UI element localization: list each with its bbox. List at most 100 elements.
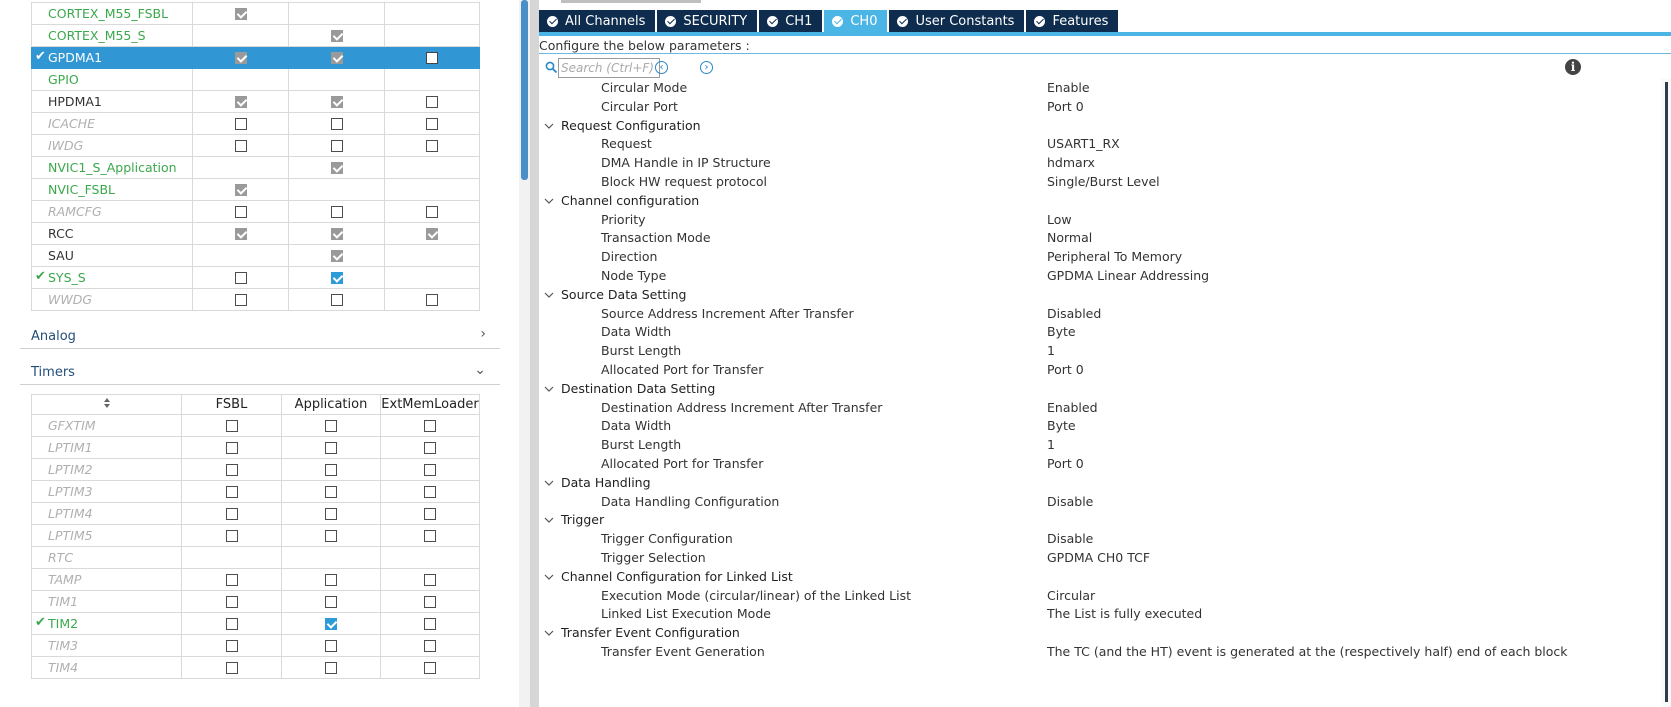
table-row[interactable]: NVIC1_S_Application (31, 156, 480, 179)
section-analog[interactable]: Analog › (20, 323, 500, 349)
left-scrollbar[interactable] (519, 0, 530, 707)
param-value[interactable]: Enable (1047, 78, 1090, 97)
checkbox[interactable] (330, 96, 343, 108)
param-value[interactable]: GPDMA CH0 TCF (1047, 548, 1150, 567)
checkbox[interactable] (234, 96, 247, 108)
left-scrollbar-thumb[interactable] (521, 0, 528, 180)
checkbox[interactable] (225, 640, 238, 652)
table-row[interactable]: ✔ GPDMA1 (31, 46, 480, 69)
table-row[interactable]: RCC (31, 222, 480, 245)
peripheral-name-iwdg[interactable]: IWDG (31, 134, 193, 157)
peripheral-name-tim3[interactable]: TIM3 (31, 634, 182, 657)
group-source-data-setting[interactable]: Source Data Setting (539, 285, 1661, 304)
search-input[interactable] (558, 58, 660, 78)
peripheral-name-sys-s[interactable]: ✔ SYS_S (31, 266, 193, 289)
param-value[interactable]: Normal (1047, 228, 1092, 247)
table-row[interactable]: LPTIM2 (31, 458, 480, 481)
pane-divider[interactable] (530, 0, 539, 707)
param-value[interactable]: Enabled (1047, 398, 1098, 417)
peripheral-name-tim2[interactable]: ✔ TIM2 (31, 612, 182, 635)
checkbox[interactable] (325, 618, 337, 630)
column-header-extmemloader[interactable]: ExtMemLoader (380, 394, 480, 415)
checkbox[interactable] (225, 596, 238, 608)
table-row[interactable]: WWDG (31, 288, 480, 311)
param-row[interactable]: Node Type GPDMA Linear Addressing (539, 266, 1661, 285)
checkbox[interactable] (225, 662, 238, 674)
peripheral-name-rtc[interactable]: RTC (31, 546, 182, 569)
checkbox[interactable] (424, 508, 436, 520)
table-row[interactable]: LPTIM3 (31, 480, 480, 503)
checkbox[interactable] (234, 118, 247, 130)
checkbox[interactable] (225, 530, 238, 542)
table-row[interactable]: TIM1 (31, 590, 480, 613)
param-row[interactable]: Circular Port Port 0 (539, 97, 1661, 116)
tab-security[interactable]: SECURITY (657, 10, 758, 32)
param-value[interactable]: Circular (1047, 586, 1095, 605)
table-row[interactable]: ✔ TIM2 (31, 612, 480, 635)
checkbox[interactable] (426, 96, 438, 108)
param-value[interactable]: Byte (1047, 416, 1076, 435)
param-value[interactable]: hdmarx (1047, 153, 1095, 172)
table-row[interactable]: NVIC_FSBL (31, 178, 480, 201)
checkbox[interactable] (325, 420, 337, 432)
checkbox[interactable] (225, 486, 238, 498)
checkbox[interactable] (234, 52, 247, 64)
param-row[interactable]: Allocated Port for Transfer Port 0 (539, 360, 1661, 379)
checkbox[interactable] (234, 272, 247, 284)
checkbox[interactable] (225, 420, 238, 432)
param-row[interactable]: Block HW request protocol Single/Burst Le… (539, 172, 1661, 191)
checkbox[interactable] (234, 206, 247, 218)
param-row[interactable]: Allocated Port for Transfer Port 0 (539, 454, 1661, 473)
right-scrollbar-thumb[interactable] (1665, 82, 1668, 702)
column-header-application[interactable]: Application (281, 394, 381, 415)
section-timers[interactable]: Timers ⌄ (20, 359, 500, 385)
param-row[interactable]: Direction Peripheral To Memory (539, 247, 1661, 266)
checkbox[interactable] (424, 574, 436, 586)
group-trigger[interactable]: Trigger (539, 510, 1661, 529)
checkbox[interactable] (225, 618, 238, 630)
group-transfer-event-configuration[interactable]: Transfer Event Configuration (539, 623, 1661, 642)
param-value[interactable]: USART1_RX (1047, 134, 1120, 153)
checkbox[interactable] (424, 486, 436, 498)
checkbox[interactable] (424, 596, 436, 608)
param-row[interactable]: Trigger Configuration Disable (539, 529, 1661, 548)
peripheral-name-wwdg[interactable]: WWDG (31, 288, 193, 311)
right-scrollbar[interactable] (1661, 78, 1671, 707)
peripheral-name-tim1[interactable]: TIM1 (31, 590, 182, 613)
checkbox[interactable] (426, 294, 438, 306)
checkbox[interactable] (424, 442, 436, 454)
table-row[interactable]: GPIO (31, 68, 480, 91)
table-row[interactable]: HPDMA1 (31, 90, 480, 113)
sort-icon[interactable] (31, 394, 182, 415)
checkbox[interactable] (325, 596, 337, 608)
checkbox[interactable] (330, 272, 343, 284)
peripheral-name-cortex-m55-fsbl[interactable]: CORTEX_M55_FSBL (31, 2, 193, 25)
param-value[interactable]: GPDMA Linear Addressing (1047, 266, 1209, 285)
checkbox[interactable] (234, 228, 247, 240)
peripheral-name-hpdma1[interactable]: HPDMA1 (31, 90, 193, 113)
checkbox[interactable] (225, 574, 238, 586)
param-value[interactable]: 1 (1047, 341, 1055, 360)
checkbox[interactable] (325, 486, 337, 498)
info-icon[interactable]: i (1565, 59, 1581, 75)
checkbox[interactable] (330, 118, 343, 130)
peripheral-name-lptim4[interactable]: LPTIM4 (31, 502, 182, 525)
peripheral-name-gpio[interactable]: GPIO (31, 68, 193, 91)
checkbox[interactable] (330, 30, 343, 42)
checkbox[interactable] (330, 140, 343, 152)
checkbox[interactable] (424, 662, 436, 674)
peripheral-name-nvic-fsbl[interactable]: NVIC_FSBL (31, 178, 193, 201)
checkbox[interactable] (330, 228, 343, 240)
checkbox[interactable] (234, 140, 247, 152)
param-row[interactable]: DMA Handle in IP Structure hdmarx (539, 153, 1661, 172)
param-row[interactable]: Trigger Selection GPDMA CH0 TCF (539, 548, 1661, 567)
param-value[interactable]: Byte (1047, 322, 1076, 341)
checkbox[interactable] (330, 294, 343, 306)
param-row[interactable]: Execution Mode (circular/linear) of the … (539, 586, 1661, 605)
table-row[interactable]: ✔ SYS_S (31, 266, 480, 289)
param-row[interactable]: Destination Address Increment After Tran… (539, 398, 1661, 417)
param-row[interactable]: Burst Length 1 (539, 435, 1661, 454)
param-value[interactable]: Low (1047, 210, 1072, 229)
param-value[interactable]: Peripheral To Memory (1047, 247, 1182, 266)
group-destination-data-setting[interactable]: Destination Data Setting (539, 379, 1661, 398)
